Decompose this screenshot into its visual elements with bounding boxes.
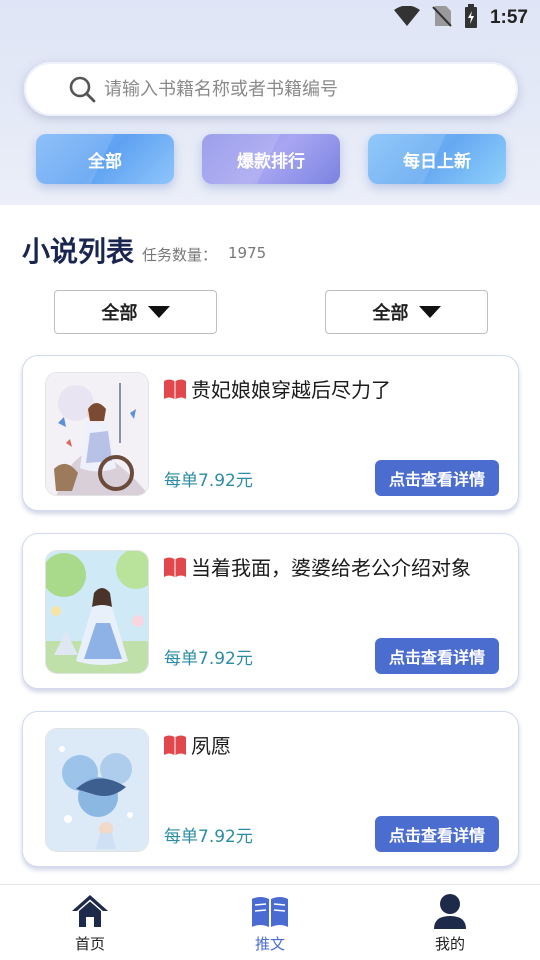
tab-profile[interactable]: 我的 xyxy=(390,885,510,960)
tab-articles[interactable]: 推文 xyxy=(210,885,330,960)
search-icon xyxy=(69,76,96,103)
status-time: 1:57 xyxy=(489,7,528,28)
search-input[interactable] xyxy=(104,78,504,100)
sort-dropdown-label: 全部 xyxy=(372,303,409,324)
book-price: 每单7.92元 xyxy=(164,471,253,491)
wifi-icon xyxy=(393,5,420,30)
task-count-value: 1975 xyxy=(228,244,267,262)
book-card[interactable]: 夙愿 每单7.92元 点击查看详情 xyxy=(22,711,519,867)
category-dropdown-label: 全部 xyxy=(101,303,138,324)
filter-hot-label: 爆款排行 xyxy=(237,151,305,172)
search-bar[interactable] xyxy=(24,62,518,116)
user-icon xyxy=(434,894,466,929)
category-dropdown[interactable]: 全部 xyxy=(54,290,217,334)
caret-down-icon xyxy=(147,306,170,318)
caret-down-icon xyxy=(418,306,441,318)
status-bar: 1:57 xyxy=(0,0,540,36)
bottom-tab-bar: 首页 推文 我的 xyxy=(0,884,540,960)
book-icon xyxy=(164,557,186,577)
section-title: 小说列表 xyxy=(22,235,135,268)
tab-home-label: 首页 xyxy=(74,935,105,953)
view-details-button[interactable]: 点击查看详情 xyxy=(375,638,499,674)
book-cover-image xyxy=(45,372,149,496)
filter-all-label: 全部 xyxy=(88,151,122,172)
filter-hot-button[interactable]: 爆款排行 xyxy=(202,134,340,184)
book-card[interactable]: 当着我面，婆婆给老公介绍对象 每单7.92元 点击查看详情 xyxy=(22,533,519,689)
sort-dropdown[interactable]: 全部 xyxy=(325,290,488,334)
task-count-label: 任务数量： xyxy=(142,246,218,264)
book-card[interactable]: 贵妃娘娘穿越后尽力了 每单7.92元 点击查看详情 xyxy=(22,355,519,511)
battery-icon xyxy=(464,4,478,32)
no-sim-icon xyxy=(432,5,452,31)
tab-profile-label: 我的 xyxy=(434,935,465,953)
tab-home[interactable]: 首页 xyxy=(30,885,150,960)
home-icon xyxy=(72,895,108,927)
book-price: 每单7.92元 xyxy=(164,649,253,669)
book-cover-image xyxy=(45,550,149,674)
filter-tabs: 全部 爆款排行 每日上新 xyxy=(0,134,540,184)
book-price: 每单7.92元 xyxy=(164,827,253,847)
tab-articles-label: 推文 xyxy=(254,935,285,953)
book-icon xyxy=(164,735,186,755)
view-details-button[interactable]: 点击查看详情 xyxy=(375,460,499,496)
view-details-button[interactable]: 点击查看详情 xyxy=(375,816,499,852)
filter-new-label: 每日上新 xyxy=(403,151,471,172)
book-icon xyxy=(252,897,288,927)
book-icon xyxy=(164,379,186,399)
book-title: 夙愿 xyxy=(191,734,231,758)
book-title: 贵妃娘娘穿越后尽力了 xyxy=(191,378,391,402)
book-cover-image xyxy=(45,728,149,852)
filter-new-button[interactable]: 每日上新 xyxy=(368,134,506,184)
filter-all-button[interactable]: 全部 xyxy=(36,134,174,184)
book-title: 当着我面，婆婆给老公介绍对象 xyxy=(191,556,471,580)
